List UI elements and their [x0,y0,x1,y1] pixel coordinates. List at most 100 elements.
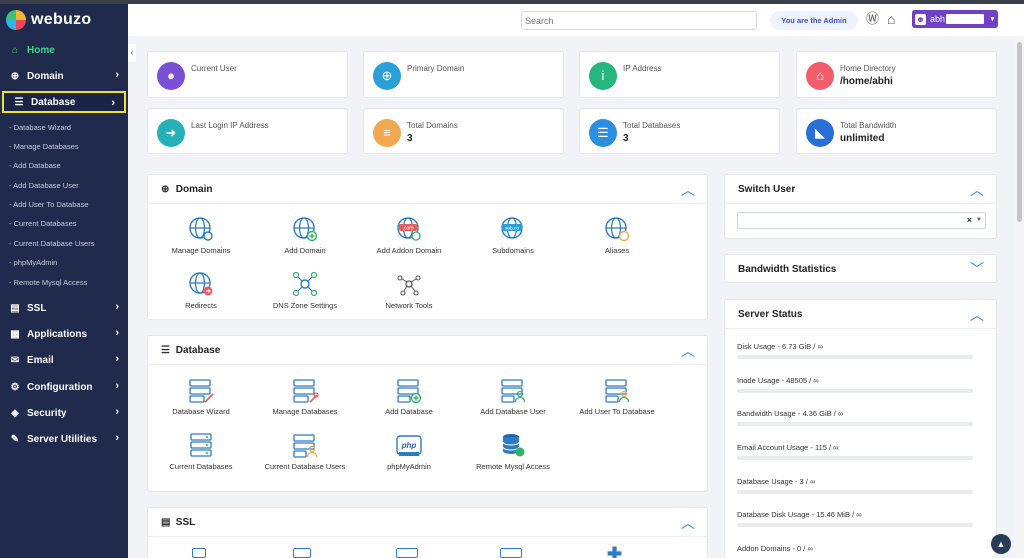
scrollbar-thumb[interactable] [1017,42,1022,222]
sidebar-item-email[interactable]: ✉ Email › [0,349,128,371]
tool-network-tools[interactable]: Network Tools [359,270,459,311]
switch-user-select[interactable]: × ▼ [737,212,986,229]
shield-icon: ◈ [11,407,19,419]
globe-icon: ⊕ [10,70,20,82]
sidebar-item-configuration[interactable]: ⚙ Configuration › [0,376,128,398]
logo-icon [6,10,26,30]
sidebar-subitem-remote-mysql-access[interactable]: - Remote Mysql Access [9,277,87,289]
database-panel: ☰ Database ︿ Database Wizard Manage Data… [147,335,708,492]
stat-label: Total Databases [623,121,681,130]
sidebar-item-label: SSL [27,302,47,314]
inode-usage-label: Inode Usage - 48505 / ∞ [737,376,819,385]
bandwidth-statistics-panel: Bandwidth Statistics ﹀ [724,254,997,283]
globe-gear-icon [189,217,213,241]
ssl-tool-icon[interactable] [500,548,522,558]
disk-usage-label: Disk Usage - 6.73 GiB / ∞ [737,342,823,351]
tool-add-addon-domain[interactable]: .com Add Addon Domain [359,215,459,256]
search-input[interactable] [521,11,757,30]
sidebar-subitem-phpmyadmin[interactable]: - phpMyAdmin [9,257,57,269]
tool-label: Manage Domains [171,246,231,255]
sidebar-item-home[interactable]: ⌂ Home [0,39,128,61]
sidebar-item-database[interactable]: ☰ Database › [2,91,126,113]
page-scrollbar[interactable] [1015,36,1024,558]
user-avatar-icon: ☻ [915,13,926,25]
tool-label: Add User To Database [579,407,655,416]
gears-icon: ⚙ [10,381,20,393]
file-icon: ▤ [161,517,171,528]
sidebar-subitem-current-database-users[interactable]: - Current Database Users [9,238,94,250]
chevron-up-icon[interactable]: ︿ [681,180,695,200]
file-icon: ▤ [10,302,20,314]
inode-usage-bar [737,389,973,393]
tool-current-database-users[interactable]: Current Database Users [255,431,355,472]
tool-phpmyadmin[interactable]: php phpMyAdmin [359,431,459,472]
stat-label: Home Directory [840,64,896,73]
server-stack-icon [190,433,212,457]
home-icon[interactable]: ⌂ [887,12,895,26]
chevron-up-icon[interactable]: ︿ [970,180,984,200]
info-icon: i [589,62,617,90]
chevron-down-icon[interactable]: ﹀ [970,259,984,279]
tool-label: DNS Zone Settings [272,301,338,310]
ssl-tool-icon[interactable] [192,548,206,558]
caret-down-icon: ▼ [976,217,982,223]
sidebar-collapse-toggle[interactable]: ‹ [128,44,136,62]
tool-add-domain[interactable]: Add Domain [255,215,355,256]
divider [725,203,996,204]
tool-manage-databases[interactable]: Manage Databases [255,376,355,417]
database-globe-icon [502,434,525,457]
sidebar-item-server-utilities[interactable]: ✎ Server Utilities › [0,428,128,450]
tool-label: Add Database User [480,407,546,416]
sidebar-subitem-add-user-to-database[interactable]: - Add User To Database [9,199,89,211]
tool-add-user-to-database[interactable]: Add User To Database [567,376,667,417]
apps-icon: ▦ [10,328,20,340]
tool-aliases[interactable]: Aliases [567,215,667,256]
stat-value: /home/abhi [840,76,893,87]
tool-dns-zone-settings[interactable]: DNS Zone Settings [255,270,355,311]
sidebar-subitem-current-databases[interactable]: - Current Databases [9,218,77,230]
ssl-tool-icon[interactable] [396,548,418,558]
plus-icon[interactable]: ✚ [607,544,622,558]
tool-label: Current Database Users [264,462,346,471]
tool-label: Add Addon Domain [376,246,442,255]
tool-subdomains[interactable]: sub.co Subdomains [463,215,563,256]
sidebar-item-applications[interactable]: ▦ Applications › [0,323,128,345]
scroll-to-top-button[interactable]: ▲ [991,534,1011,554]
stat-label: Total Domains [407,121,458,130]
tool-redirects[interactable]: Redirects [151,270,251,311]
sidebar: webuzo ⌂ Home ⊕ Domain › ☰ Database › - Datab… [0,4,128,558]
tool-manage-domains[interactable]: Manage Domains [151,215,251,256]
logo[interactable]: webuzo [0,4,128,36]
chevron-right-icon: › [115,353,119,365]
wordpress-icon[interactable]: Ⓦ [866,12,879,26]
tool-database-wizard[interactable]: Database Wizard [151,376,251,417]
database-icon: ☰ [589,119,617,147]
chevron-up-icon[interactable]: ︿ [681,513,695,533]
chevron-up-icon[interactable]: ︿ [970,305,984,325]
globe-icon: ⊕ [161,184,170,195]
stat-card-ip-address: i IP Address [579,51,780,98]
sidebar-subitem-database-wizard[interactable]: - Database Wizard [9,122,71,134]
clear-icon[interactable]: × [967,215,972,225]
tool-add-database[interactable]: Add Database [359,376,459,417]
sidebar-subitem-add-database[interactable]: - Add Database [9,160,61,172]
tool-remote-mysql-access[interactable]: Remote Mysql Access [463,431,563,472]
database-icon: ☰ [14,96,24,108]
ssl-tool-icon[interactable] [293,548,311,558]
database-disk-usage-bar [737,523,973,527]
sidebar-subitem-manage-databases[interactable]: - Manage Databases [9,141,79,153]
bandwidth-usage-label: Bandwidth Usage - 4.36 GiB / ∞ [737,409,844,418]
user-menu-button[interactable]: ☻ abh ▼ [912,10,998,28]
tool-add-database-user[interactable]: Add Database User [463,376,563,417]
divider [725,328,996,329]
sidebar-item-domain[interactable]: ⊕ Domain › [0,65,128,87]
chevron-up-icon[interactable]: ︿ [681,341,695,361]
sidebar-subitem-add-database-user[interactable]: - Add Database User [9,180,79,192]
panel-title-text: Domain [175,184,213,195]
sidebar-item-security[interactable]: ◈ Security › [0,402,128,424]
tool-current-databases[interactable]: Current Databases [151,431,251,472]
sidebar-item-label: Applications [27,328,88,340]
stat-card-total-domains: ≡ Total Domains 3 [363,108,564,154]
sidebar-item-ssl[interactable]: ▤ SSL › [0,297,128,319]
globe-plus-icon [293,217,318,242]
